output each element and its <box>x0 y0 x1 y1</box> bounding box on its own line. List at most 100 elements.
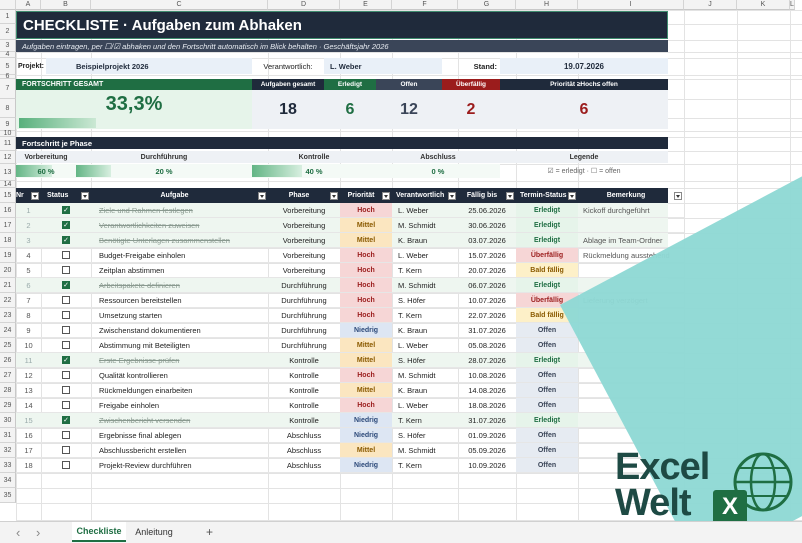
unchecked-checkbox-icon[interactable] <box>62 311 70 319</box>
date-value[interactable]: 19.07.2026 <box>500 58 668 74</box>
column-header-b[interactable]: B <box>41 0 91 10</box>
task-owner[interactable]: T. Kern <box>392 263 458 278</box>
due-date[interactable]: 22.07.2026 <box>458 308 516 323</box>
task-name[interactable]: Abstimmung mit Beteiligten <box>91 338 268 353</box>
task-owner[interactable]: M. Schmidt <box>392 368 458 383</box>
unchecked-checkbox-icon[interactable] <box>62 266 70 274</box>
status-checkbox-cell[interactable]: ✓ <box>41 233 91 248</box>
task-name[interactable]: Freigabe einholen <box>91 398 268 413</box>
row-header-24[interactable]: 24 <box>0 323 16 338</box>
due-date[interactable]: 03.07.2026 <box>458 233 516 248</box>
checked-checkbox-icon[interactable]: ✓ <box>62 221 70 229</box>
unchecked-checkbox-icon[interactable] <box>62 296 70 304</box>
due-date[interactable]: 10.08.2026 <box>458 368 516 383</box>
task-owner[interactable]: L. Weber <box>392 248 458 263</box>
tab-nav-next-icon[interactable]: › <box>36 525 40 540</box>
task-name[interactable]: Benötigte Unterlagen zusammenstellen <box>91 233 268 248</box>
task-owner[interactable]: K. Braun <box>392 233 458 248</box>
row-header-20[interactable]: 20 <box>0 263 16 278</box>
task-name[interactable]: Zwischenstand dokumentieren <box>91 323 268 338</box>
row-header-19[interactable]: 19 <box>0 248 16 263</box>
status-checkbox-cell[interactable] <box>41 428 91 443</box>
status-checkbox-cell[interactable]: ✓ <box>41 278 91 293</box>
col-header-due[interactable]: Fällig bis <box>458 188 516 203</box>
row-header-33[interactable]: 33 <box>0 458 16 473</box>
due-date[interactable]: 05.09.2026 <box>458 443 516 458</box>
filter-dropdown-icon[interactable] <box>506 191 514 200</box>
task-phase[interactable]: Durchführung <box>268 278 340 293</box>
checked-checkbox-icon[interactable]: ✓ <box>62 281 70 289</box>
unchecked-checkbox-icon[interactable] <box>62 401 70 409</box>
task-owner[interactable]: K. Braun <box>392 323 458 338</box>
task-name[interactable]: Budget-Freigabe einholen <box>91 248 268 263</box>
task-owner[interactable]: L. Weber <box>392 398 458 413</box>
row-header-8[interactable]: 8 <box>0 99 16 118</box>
row-header-17[interactable]: 17 <box>0 218 16 233</box>
row-header-25[interactable]: 25 <box>0 338 16 353</box>
unchecked-checkbox-icon[interactable] <box>62 371 70 379</box>
task-owner[interactable]: L. Weber <box>392 338 458 353</box>
task-phase[interactable]: Abschluss <box>268 443 340 458</box>
task-phase[interactable]: Durchführung <box>268 293 340 308</box>
status-checkbox-cell[interactable] <box>41 293 91 308</box>
row-header-21[interactable]: 21 <box>0 278 16 293</box>
row-header-15[interactable]: 15 <box>0 188 16 203</box>
row-header-18[interactable]: 18 <box>0 233 16 248</box>
priority-badge[interactable]: Hoch <box>340 278 392 293</box>
task-phase[interactable]: Durchführung <box>268 323 340 338</box>
col-header-status[interactable]: Status <box>41 188 91 203</box>
priority-badge[interactable]: Mittel <box>340 353 392 368</box>
due-date[interactable]: 01.09.2026 <box>458 428 516 443</box>
task-owner[interactable]: T. Kern <box>392 308 458 323</box>
task-name[interactable]: Zeitplan abstimmen <box>91 263 268 278</box>
due-date[interactable]: 18.08.2026 <box>458 398 516 413</box>
status-checkbox-cell[interactable] <box>41 443 91 458</box>
checked-checkbox-icon[interactable]: ✓ <box>62 236 70 244</box>
priority-badge[interactable]: Hoch <box>340 368 392 383</box>
due-date[interactable]: 10.07.2026 <box>458 293 516 308</box>
task-owner[interactable]: M. Schmidt <box>392 218 458 233</box>
unchecked-checkbox-icon[interactable] <box>62 431 70 439</box>
task-phase[interactable]: Vorbereitung <box>268 203 340 218</box>
status-checkbox-cell[interactable] <box>41 368 91 383</box>
row-header-34[interactable]: 34 <box>0 473 16 488</box>
row-header-30[interactable]: 30 <box>0 413 16 428</box>
task-phase[interactable]: Abschluss <box>268 458 340 473</box>
status-checkbox-cell[interactable]: ✓ <box>41 218 91 233</box>
priority-badge[interactable]: Hoch <box>340 398 392 413</box>
task-name[interactable]: Ziele und Rahmen festlegen <box>91 203 268 218</box>
row-header-29[interactable]: 29 <box>0 398 16 413</box>
unchecked-checkbox-icon[interactable] <box>62 461 70 469</box>
owner-value[interactable]: L. Weber <box>324 58 442 74</box>
tab-nav-prev-icon[interactable]: ‹ <box>16 525 20 540</box>
column-header-h[interactable]: H <box>516 0 578 10</box>
due-date[interactable]: 25.06.2026 <box>458 203 516 218</box>
task-note[interactable] <box>578 218 684 233</box>
status-checkbox-cell[interactable] <box>41 263 91 278</box>
status-checkbox-cell[interactable]: ✓ <box>41 353 91 368</box>
task-name[interactable]: Umsetzung starten <box>91 308 268 323</box>
priority-badge[interactable]: Hoch <box>340 248 392 263</box>
priority-badge[interactable]: Hoch <box>340 203 392 218</box>
filter-dropdown-icon[interactable] <box>258 191 266 200</box>
filter-dropdown-icon[interactable] <box>382 191 390 200</box>
row-header-7[interactable]: 7 <box>0 79 16 99</box>
task-name[interactable]: Rückmeldungen einarbeiten <box>91 383 268 398</box>
task-phase[interactable]: Kontrolle <box>268 353 340 368</box>
row-header-22[interactable]: 22 <box>0 293 16 308</box>
col-header-state[interactable]: Termin-Status <box>516 188 578 203</box>
task-phase[interactable]: Vorbereitung <box>268 218 340 233</box>
priority-badge[interactable]: Mittel <box>340 233 392 248</box>
due-date[interactable]: 28.07.2026 <box>458 353 516 368</box>
due-date[interactable]: 05.08.2026 <box>458 338 516 353</box>
due-date[interactable]: 15.07.2026 <box>458 248 516 263</box>
column-header-f[interactable]: F <box>392 0 458 10</box>
status-checkbox-cell[interactable]: ✓ <box>41 203 91 218</box>
task-owner[interactable]: T. Kern <box>392 458 458 473</box>
priority-badge[interactable]: Niedrig <box>340 428 392 443</box>
column-header-e[interactable]: E <box>340 0 392 10</box>
due-date[interactable]: 30.06.2026 <box>458 218 516 233</box>
unchecked-checkbox-icon[interactable] <box>62 386 70 394</box>
priority-badge[interactable]: Hoch <box>340 308 392 323</box>
col-header-task[interactable]: Aufgabe <box>91 188 268 203</box>
